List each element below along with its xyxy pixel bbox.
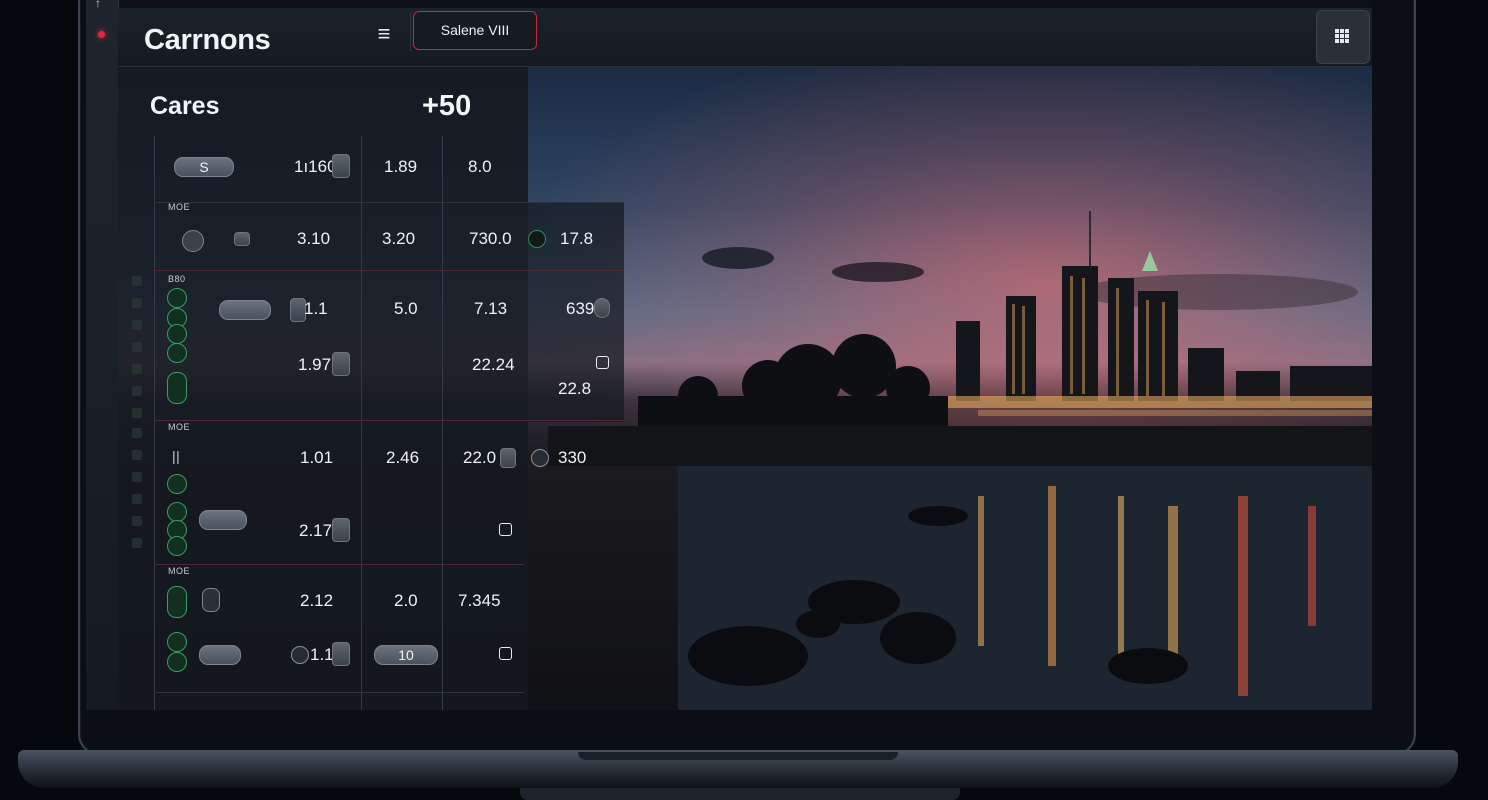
laptop-hinge: [578, 752, 898, 760]
cell: 639: [566, 299, 595, 318]
cell: 2.12: [300, 591, 334, 610]
row-divider: [154, 202, 624, 203]
cell: 22.0: [463, 448, 497, 467]
row-icon: [132, 450, 142, 460]
cell: 17.8: [560, 229, 594, 248]
toggle-knob[interactable]: [332, 352, 350, 376]
rail-icon[interactable]: ↑: [95, 0, 101, 10]
laptop-foot: [520, 788, 960, 800]
row-icon: [132, 538, 142, 548]
selector-button[interactable]: Salene VIII: [413, 11, 537, 50]
section-count: +50: [422, 90, 472, 122]
value-pill[interactable]: [199, 645, 241, 665]
toggle-knob[interactable]: [594, 298, 610, 318]
status-indicator: [528, 230, 546, 248]
status-badge[interactable]: [167, 474, 187, 494]
toggle-knob[interactable]: [332, 518, 350, 542]
cell: 22.24: [472, 355, 515, 374]
status-indicator: [291, 646, 309, 664]
group-label: B80: [168, 274, 186, 284]
row-divider: [154, 692, 524, 693]
status-badge[interactable]: [167, 536, 187, 556]
side-rail: ↑: [86, 0, 119, 710]
column-divider: [442, 136, 443, 710]
cell: 3.10: [297, 229, 331, 248]
bars-icon: ||: [172, 448, 181, 464]
row-icon: [132, 472, 142, 482]
cell: 1.1: [304, 299, 328, 318]
value-pill[interactable]: [199, 510, 247, 530]
group-label: MOE: [168, 566, 191, 576]
cell: 1.97: [298, 355, 332, 374]
row-icon: [132, 342, 142, 352]
group-label: MOE: [168, 422, 191, 432]
value-pill[interactable]: [219, 300, 271, 320]
status-badge[interactable]: [167, 343, 187, 363]
cell: 1.1: [310, 645, 334, 664]
cell: 8.0: [468, 157, 492, 176]
status-badge[interactable]: [167, 586, 187, 618]
cell: 1ı160: [294, 157, 337, 176]
row-icon: [132, 428, 142, 438]
row-icon: [132, 320, 142, 330]
cell: 7.345: [458, 591, 501, 610]
row-icon: [132, 516, 142, 526]
status-badge[interactable]: [167, 652, 187, 672]
row-icon: [132, 364, 142, 374]
grid-icon: [1335, 29, 1349, 43]
row-icon: [132, 386, 142, 396]
app-title: Carrnons: [144, 24, 271, 56]
cell: 2.46: [386, 448, 420, 467]
toggle-knob[interactable]: [500, 448, 516, 468]
group-label: MOE: [168, 202, 191, 212]
row-checkbox[interactable]: [596, 356, 609, 369]
divider: [410, 12, 411, 52]
app-screen: ↑ Carrnons ≡ Salene VIII Cares +50 S 1ı1…: [86, 0, 1372, 710]
cell: 2.17: [299, 521, 333, 540]
row-divider: [154, 270, 624, 271]
row-icon: [132, 408, 142, 418]
cell: 1.01: [300, 448, 334, 467]
status-indicator: [531, 449, 549, 467]
cell: 5.0: [394, 299, 418, 318]
grid-button[interactable]: [1316, 10, 1370, 64]
cell: 330: [558, 448, 587, 467]
column-divider: [361, 136, 362, 710]
status-badge[interactable]: [167, 324, 187, 344]
status-pill[interactable]: S: [174, 157, 234, 177]
status-badge[interactable]: [167, 372, 187, 404]
value-pill[interactable]: 10: [374, 645, 438, 665]
cell: 1.89: [384, 157, 418, 176]
row-icon: [234, 232, 250, 246]
row-icon: [132, 276, 142, 286]
lock-icon: [202, 588, 220, 612]
status-badge[interactable]: [167, 288, 187, 308]
cell: 3.20: [382, 229, 416, 248]
column-divider: [154, 136, 155, 710]
avatar[interactable]: [182, 230, 204, 252]
cell: 730.0: [469, 229, 512, 248]
row-divider: [154, 564, 524, 565]
row-checkbox[interactable]: [499, 647, 512, 660]
status-badge[interactable]: [167, 632, 187, 652]
toggle-knob[interactable]: [332, 642, 350, 666]
cell: 7.13: [474, 299, 508, 318]
notification-dot: [98, 31, 105, 38]
cell: 22.8: [558, 379, 592, 398]
toggle-knob[interactable]: [332, 154, 350, 178]
row-icon: [132, 494, 142, 504]
row-divider: [154, 420, 624, 421]
row-checkbox[interactable]: [499, 523, 512, 536]
row-icon: [132, 298, 142, 308]
menu-icon[interactable]: ≡: [373, 23, 395, 46]
cell: 2.0: [394, 591, 418, 610]
top-bar: Carrnons ≡ Salene VIII: [118, 8, 1372, 67]
status-badge[interactable]: [167, 502, 187, 522]
section-title: Cares: [150, 92, 220, 120]
